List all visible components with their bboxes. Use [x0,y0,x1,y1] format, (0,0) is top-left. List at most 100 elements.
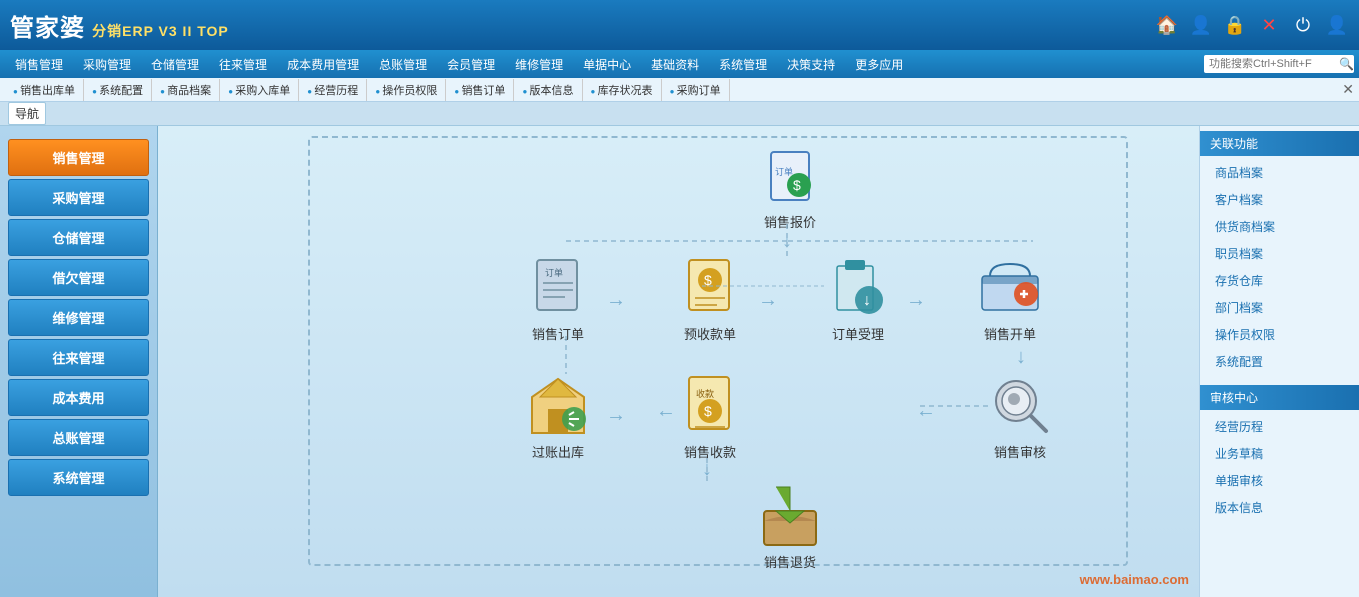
logo: 管家婆 分销ERP V3 II TOP [10,8,1155,43]
search-input[interactable] [1209,58,1339,70]
nav-item-more[interactable]: 更多应用 [845,52,913,77]
sales-collect-icon: 收款 $ [678,374,742,438]
sales-order-icon: 订单 [526,256,590,320]
nav-item-cost[interactable]: 成本费用管理 [277,52,369,77]
person-icon[interactable]: 👤 [1189,13,1213,37]
sidebar: 销售管理 采购管理 仓储管理 借欠管理 维修管理 往来管理 成本费用 总账管理 … [0,126,158,597]
power-icon[interactable]: ⏻ [1291,13,1315,37]
link-dept-file[interactable]: 部门档案 [1200,294,1359,321]
tab-sales-out[interactable]: 销售出库单 [5,79,84,101]
link-staff-file[interactable]: 职员档案 [1200,240,1359,267]
sidebar-item-repair[interactable]: 维修管理 [8,299,149,336]
nav-item-member[interactable]: 会员管理 [437,52,505,77]
sales-order-label: 销售订单 [532,324,584,343]
logo-sub-text: 分销ERP V3 II TOP [92,23,229,39]
link-customer-file[interactable]: 客户档案 [1200,186,1359,213]
header-icons: 🏠 👤 🔒 ✕ ⏻ 👤 [1155,13,1349,37]
flow-item-advance-payment[interactable]: $ 预收款单 [678,256,742,343]
svg-text:订单: 订单 [775,166,793,177]
flow-item-order-accept[interactable]: ↓ 订单受理 [826,256,890,343]
main-area: 销售管理 采购管理 仓储管理 借欠管理 维修管理 往来管理 成本费用 总账管理 … [0,126,1359,597]
header: 管家婆 分销ERP V3 II TOP 🏠 👤 🔒 ✕ ⏻ 👤 [0,0,1359,50]
flow-item-post-out[interactable]: 过账出库 [526,374,590,461]
arrow-post-collect: → [606,404,626,427]
svg-text:$: $ [704,403,712,419]
sidebar-item-system[interactable]: 系统管理 [8,459,149,496]
tab-operator-rights[interactable]: 操作员权限 [367,79,446,101]
arrow-audit-collect: → [916,404,936,427]
user-icon[interactable]: 👤 [1325,13,1349,37]
link-supplier-file[interactable]: 供货商档案 [1200,213,1359,240]
tab-business-history[interactable]: 经营历程 [299,79,367,101]
svg-text:↓: ↓ [863,292,871,309]
sidebar-item-warehouse[interactable]: 仓储管理 [8,219,149,256]
nav-item-warehouse[interactable]: 仓储管理 [141,52,209,77]
advance-payment-icon: $ [678,256,742,320]
sales-audit-label: 销售审核 [994,442,1046,461]
tab-goods-file[interactable]: 商品档案 [152,79,220,101]
audit-center-title: 审核中心 [1200,385,1359,410]
svg-text:订单: 订单 [545,267,563,278]
sidebar-item-ledger[interactable]: 总账管理 [8,419,149,456]
search-box[interactable]: 🔍 [1204,55,1354,73]
lock-icon[interactable]: 🔒 [1223,13,1247,37]
tab-sales-order[interactable]: 销售订单 [446,79,514,101]
link-goods-file[interactable]: 商品档案 [1200,159,1359,186]
order-accept-label: 订单受理 [832,324,884,343]
sales-return-label: 销售退货 [764,552,816,571]
sales-quote-icon: 订单 $ [758,144,822,208]
sidebar-item-transaction[interactable]: 往来管理 [8,339,149,376]
arrow-order-advance: → [606,289,626,312]
nav-menu: 销售管理 采购管理 仓储管理 往来管理 成本费用管理 总账管理 会员管理 维修管… [0,50,1359,78]
advance-payment-label: 预收款单 [684,324,736,343]
nav-item-doc-center[interactable]: 单据中心 [573,52,641,77]
flow-item-sales-return[interactable]: 销售退货 [758,484,822,571]
flow-item-sales-collect[interactable]: 收款 $ 销售收款 [678,374,742,461]
sales-return-icon [758,484,822,548]
sales-open-icon [978,256,1042,320]
flow-item-sales-audit[interactable]: 销售审核 [988,374,1052,461]
home-icon[interactable]: 🏠 [1155,13,1179,37]
link-business-draft[interactable]: 业务草稿 [1200,440,1359,467]
flow-item-sales-open[interactable]: 销售开单 [978,256,1042,343]
nav-item-transaction[interactable]: 往来管理 [209,52,277,77]
nav-item-repair[interactable]: 维修管理 [505,52,573,77]
nav-item-purchase[interactable]: 采购管理 [73,52,141,77]
tab-inventory-status[interactable]: 库存状况表 [583,79,662,101]
tab-purchase-order[interactable]: 采购订单 [662,79,730,101]
sidebar-item-debt[interactable]: 借欠管理 [8,259,149,296]
tab-sys-config[interactable]: 系统配置 [84,79,152,101]
tabs-close-button[interactable]: ✕ [1342,81,1354,98]
nav-item-system[interactable]: 系统管理 [709,52,777,77]
flow-item-sales-order[interactable]: 订单 销售订单 [526,256,590,343]
link-sys-config[interactable]: 系统配置 [1200,348,1359,375]
link-business-history[interactable]: 经营历程 [1200,413,1359,440]
link-doc-audit[interactable]: 单据审核 [1200,467,1359,494]
tab-purchase-in[interactable]: 采购入库单 [220,79,299,101]
link-inventory-warehouse[interactable]: 存货仓库 [1200,267,1359,294]
nav-item-ledger[interactable]: 总账管理 [369,52,437,77]
close-icon[interactable]: ✕ [1257,13,1281,37]
arrow-advance-accept: → [758,289,778,312]
sidebar-item-purchase[interactable]: 采购管理 [8,179,149,216]
link-operator-rights[interactable]: 操作员权限 [1200,321,1359,348]
order-accept-icon: ↓ [826,256,890,320]
nav-item-sales[interactable]: 销售管理 [5,52,73,77]
tabs-bar: 销售出库单 系统配置 商品档案 采购入库单 经营历程 操作员权限 销售订单 版本… [0,78,1359,102]
nav-label-bar: 导航 [0,102,1359,126]
search-icon[interactable]: 🔍 [1339,57,1354,71]
tab-version[interactable]: 版本信息 [514,79,582,101]
sales-quote-label: 销售报价 [764,212,816,231]
flow-item-sales-quote[interactable]: 订单 $ 销售报价 [758,144,822,231]
flowchart: 订单 $ 销售报价 ↓ 订单 [158,126,1199,597]
link-version-info[interactable]: 版本信息 [1200,494,1359,521]
svg-text:$: $ [704,272,712,288]
nav-label[interactable]: 导航 [8,102,46,125]
post-out-label: 过账出库 [532,442,584,461]
sidebar-item-sales[interactable]: 销售管理 [8,139,149,176]
nav-item-decision[interactable]: 决策支持 [777,52,845,77]
arrow-quote-down: ↓ [782,230,792,253]
arrow-open-audit: ↓ [1016,346,1026,369]
sidebar-item-cost[interactable]: 成本费用 [8,379,149,416]
nav-item-basic[interactable]: 基础资料 [641,52,709,77]
